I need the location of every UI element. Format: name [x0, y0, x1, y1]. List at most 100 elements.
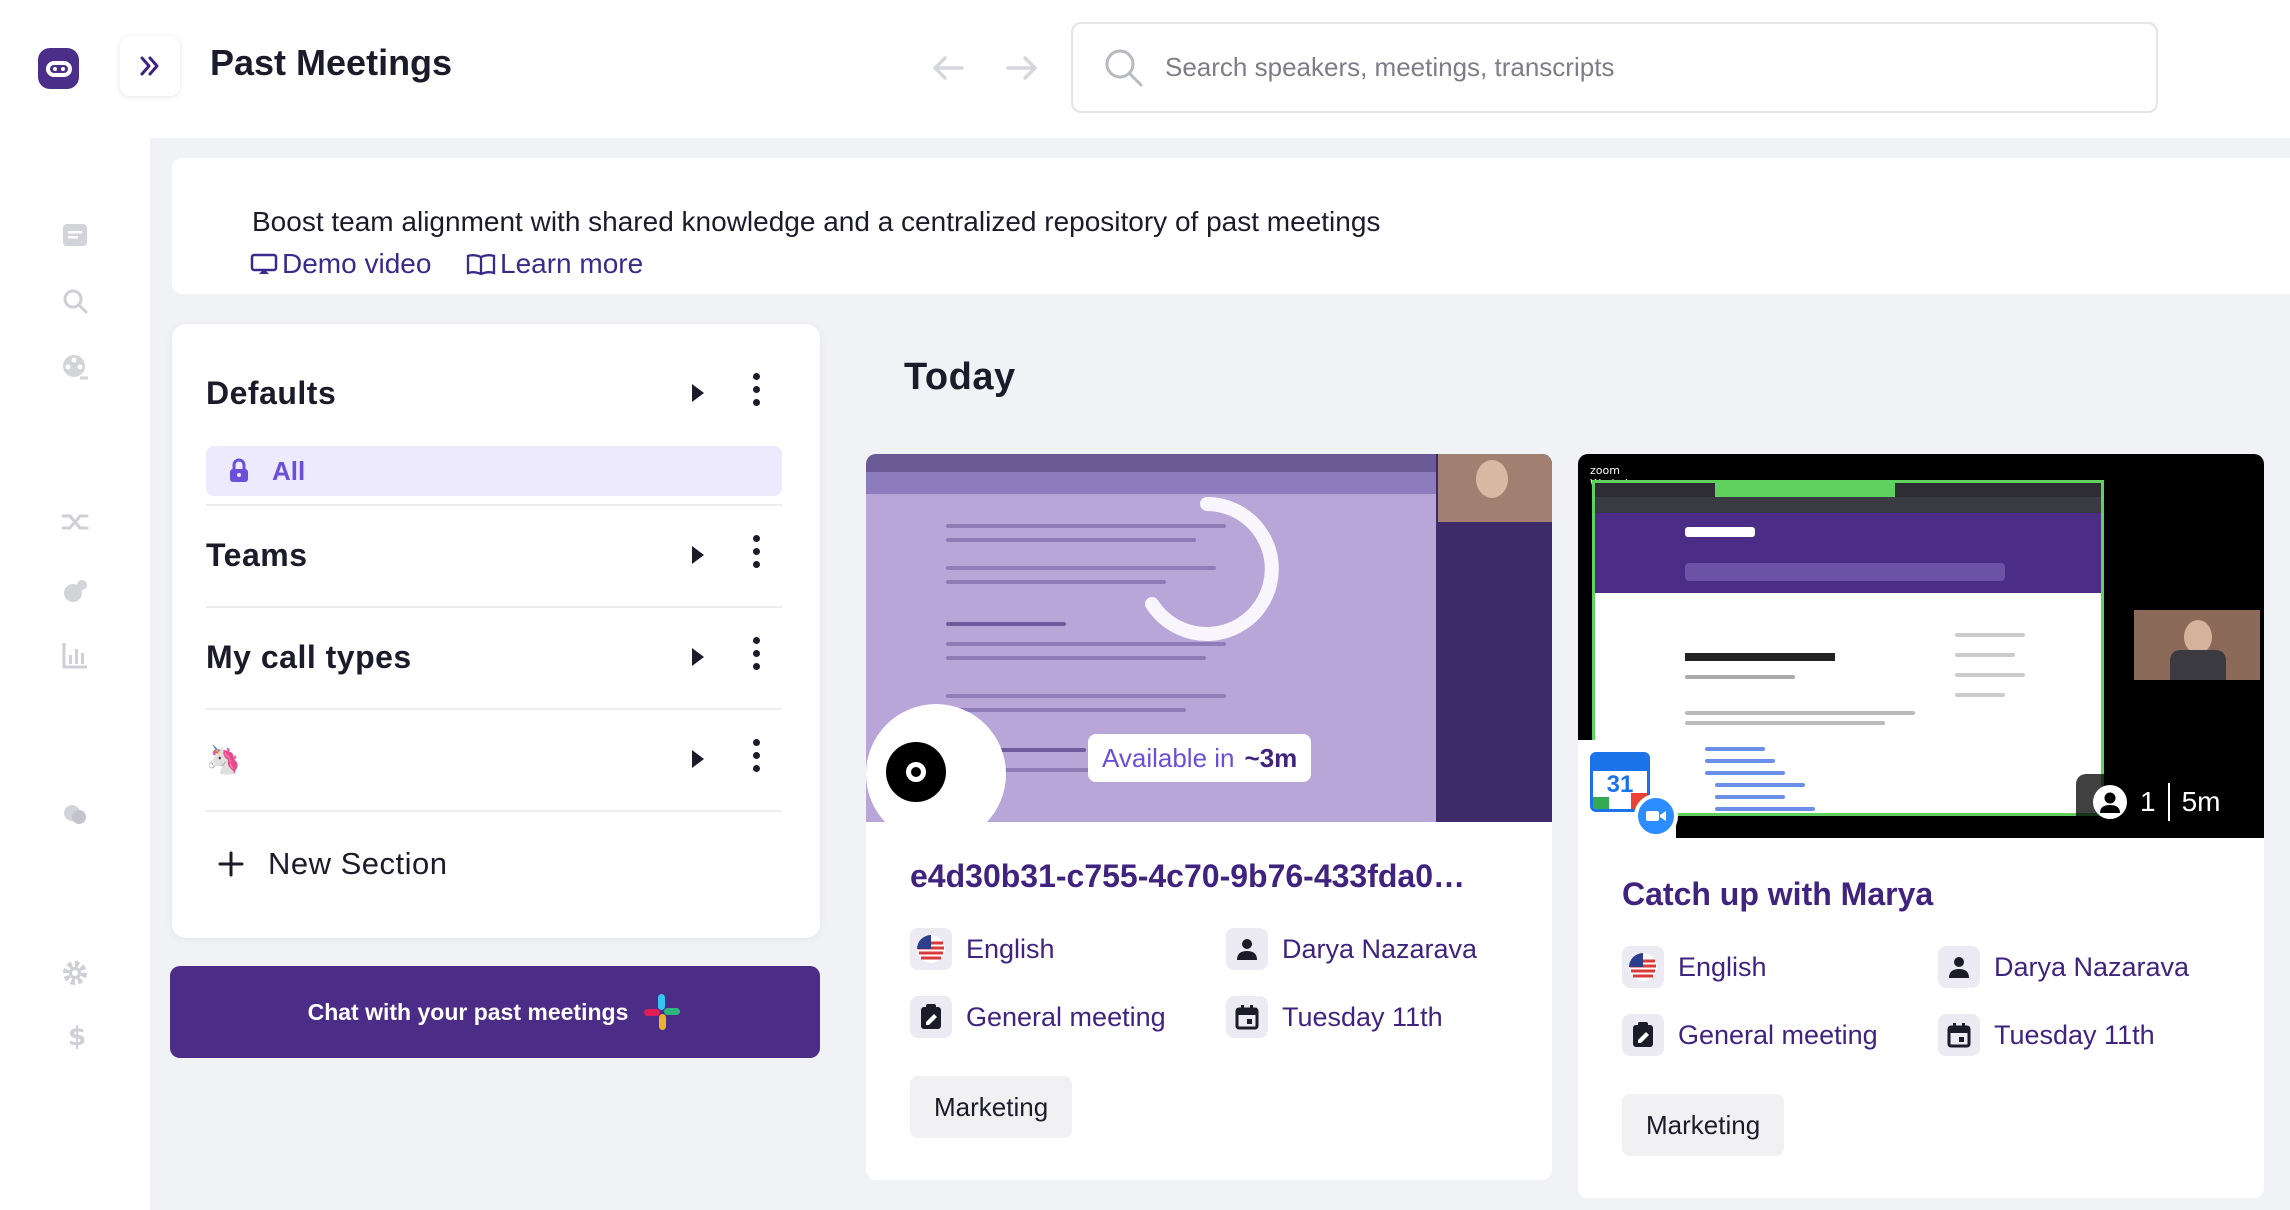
- sections-panel: Defaults All Teams My call types 🦄 New S…: [172, 324, 820, 938]
- banner-text: Boost team alignment with shared knowled…: [252, 206, 1381, 237]
- search-input[interactable]: [1165, 52, 2065, 83]
- screen-play-icon: [250, 253, 278, 274]
- divider: [206, 810, 782, 812]
- section-item-label: All: [272, 455, 306, 486]
- date-group-heading: Today: [904, 356, 1016, 398]
- meeting-language: English: [1622, 946, 1767, 988]
- person-icon: [1949, 957, 1969, 978]
- language-label: English: [966, 933, 1055, 964]
- section-unicorn[interactable]: 🦄: [206, 734, 782, 784]
- analytics-icon[interactable]: [58, 638, 92, 672]
- app-logo[interactable]: [38, 48, 79, 89]
- participant-count: 1: [2140, 786, 2156, 817]
- film-icon[interactable]: [58, 350, 92, 384]
- meeting-host: Darya Nazarava: [1226, 928, 1477, 970]
- section-defaults[interactable]: Defaults: [206, 368, 782, 418]
- date-label: Tuesday 11th: [1994, 1019, 2155, 1050]
- slack-icon: [644, 994, 681, 1030]
- meeting-type: General meeting: [1622, 1014, 1878, 1056]
- availability-status: Available in: [1102, 742, 1235, 773]
- integrations-icon[interactable]: [58, 574, 92, 608]
- meeting-date: Tuesday 11th: [1226, 996, 1443, 1038]
- host-label: Darya Nazarava: [1994, 951, 2190, 982]
- left-rail: $: [0, 0, 150, 1210]
- chat-button-label: Chat with your past meetings: [307, 998, 629, 1025]
- meeting-tag[interactable]: Marketing: [1622, 1094, 1785, 1156]
- clipboard-edit-icon: [921, 1004, 941, 1029]
- meeting-title[interactable]: Catch up with Marya: [1622, 876, 2242, 913]
- caret-right-icon[interactable]: [692, 546, 704, 564]
- divider: [206, 504, 782, 506]
- section-teams[interactable]: Teams: [206, 530, 782, 580]
- meeting-date: Tuesday 11th: [1938, 1014, 2155, 1056]
- person-icon: [1237, 939, 1257, 960]
- availability-badge: Available in ~3m: [1088, 734, 1312, 782]
- caret-right-icon[interactable]: [692, 384, 704, 402]
- main-area: Boost team alignment with shared knowled…: [150, 138, 2290, 1210]
- new-section-button[interactable]: New Section: [218, 846, 448, 882]
- clipboard-edit-icon: [1633, 1022, 1653, 1047]
- learn-more-label: Learn more: [500, 248, 644, 279]
- recording-icon: [886, 742, 946, 802]
- zoom-icon: [1634, 794, 1678, 838]
- meeting-card[interactable]: Available in ~3m e4d30b31-c755-4c70-9b76…: [866, 454, 1552, 1180]
- host-label: Darya Nazarava: [1282, 933, 1478, 964]
- lock-icon: [230, 458, 248, 482]
- section-item-all[interactable]: All: [206, 446, 782, 496]
- us-flag-icon: [917, 935, 945, 963]
- language-label: English: [1678, 951, 1767, 982]
- participants-badge: 1 5m: [2076, 774, 2245, 830]
- svg-text:$: $: [68, 1022, 86, 1050]
- team-icon[interactable]: [58, 797, 92, 831]
- chat-past-meetings-button[interactable]: Chat with your past meetings: [170, 966, 820, 1058]
- info-banner: Boost team alignment with shared knowled…: [172, 158, 2290, 294]
- book-icon: [466, 254, 496, 276]
- back-arrow-icon[interactable]: [928, 48, 968, 88]
- demo-video-label: Demo video: [282, 248, 432, 279]
- date-label: Tuesday 11th: [1282, 1001, 1443, 1032]
- search-bar[interactable]: [1071, 22, 2158, 113]
- forward-arrow-icon[interactable]: [1002, 48, 1042, 88]
- meeting-thumbnail[interactable]: zoomWorkplace: [1578, 454, 2264, 838]
- plus-icon: [218, 851, 244, 877]
- availability-eta: ~3m: [1244, 742, 1298, 773]
- learn-more-link[interactable]: Learn more: [466, 248, 643, 280]
- meeting-tag[interactable]: Marketing: [910, 1076, 1073, 1138]
- type-label: General meeting: [966, 1001, 1166, 1032]
- double-chevron-right-icon: [140, 56, 159, 76]
- more-options-icon[interactable]: [752, 739, 760, 772]
- search-icon[interactable]: [58, 284, 92, 318]
- section-my-call-types[interactable]: My call types: [206, 632, 782, 682]
- person-circle-icon: [2093, 785, 2127, 819]
- gear-icon[interactable]: [58, 956, 92, 990]
- more-options-icon[interactable]: [752, 373, 760, 406]
- section-label: My call types: [206, 638, 412, 675]
- calendar-icon[interactable]: [58, 218, 92, 252]
- demo-video-link[interactable]: Demo video: [250, 248, 431, 280]
- participant-video: [2134, 610, 2260, 680]
- section-label: 🦄: [206, 743, 242, 775]
- page-title: Past Meetings: [210, 42, 453, 83]
- section-label: Teams: [206, 536, 308, 573]
- calendar-icon: [1947, 1023, 1971, 1048]
- section-label: Defaults: [206, 374, 337, 411]
- more-options-icon[interactable]: [752, 637, 760, 670]
- more-options-icon[interactable]: [752, 535, 760, 568]
- us-flag-icon: [1629, 953, 1657, 981]
- meeting-title[interactable]: e4d30b31-c755-4c70-9b76-433fda0…: [910, 858, 1530, 895]
- meeting-card[interactable]: zoomWorkplace: [1578, 454, 2264, 1198]
- billing-icon[interactable]: $: [58, 1018, 92, 1052]
- caret-right-icon[interactable]: [692, 648, 704, 666]
- meeting-language: English: [910, 928, 1055, 970]
- meeting-thumbnail[interactable]: Available in ~3m: [866, 454, 1552, 822]
- meeting-duration: 5m: [2181, 786, 2221, 817]
- divider: [206, 708, 782, 710]
- expand-sidebar-button[interactable]: [120, 36, 180, 96]
- loading-spinner-icon: [1145, 497, 1279, 641]
- caret-right-icon[interactable]: [692, 750, 704, 768]
- meeting-type: General meeting: [910, 996, 1166, 1038]
- shuffle-icon[interactable]: [58, 505, 92, 539]
- new-section-label: New Section: [268, 846, 448, 881]
- divider: [206, 606, 782, 608]
- search-icon: [1105, 49, 1143, 86]
